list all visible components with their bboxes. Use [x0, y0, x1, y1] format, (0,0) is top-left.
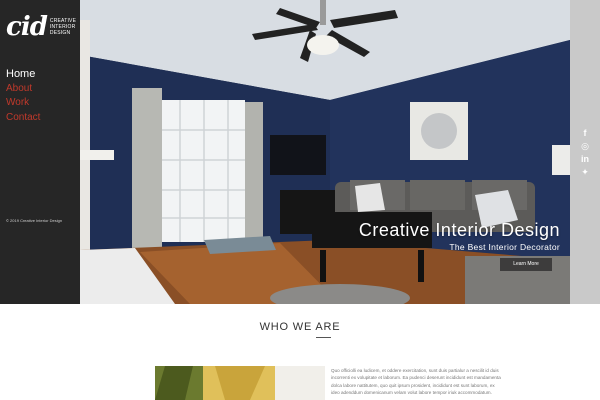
about-image: [155, 366, 325, 400]
hero-title: Creative Interior Design: [358, 220, 560, 240]
about-paragraph: Quo officiolli ea ludicem, et oddere exe…: [331, 368, 501, 396]
section-title: WHO WE ARE: [259, 321, 341, 333]
facebook-icon[interactable]: f: [579, 128, 591, 139]
nav-item-work[interactable]: Work: [6, 96, 40, 111]
hero-banner: Creative Interior Design The Best Interi…: [80, 0, 570, 304]
social-bar: f ◎ in ✦: [570, 0, 600, 304]
copyright-text: © 2019 Creative Interior Design: [6, 218, 63, 223]
hero-image: [80, 0, 570, 304]
logo-mark: cid: [6, 12, 48, 42]
logo-text: CREATIVE INTERIOR DESIGN: [49, 18, 77, 36]
twitter-icon[interactable]: ✦: [579, 167, 591, 178]
linkedin-icon[interactable]: in: [579, 154, 591, 165]
sidebar: cid CREATIVE INTERIOR DESIGN Home About …: [0, 0, 80, 304]
nav-item-about[interactable]: About: [6, 82, 40, 97]
learn-more-button[interactable]: Learn More: [500, 258, 552, 271]
title-underline: [316, 337, 331, 338]
nav-item-contact[interactable]: Contact: [6, 111, 40, 126]
main-nav: Home About Work Contact: [6, 67, 40, 125]
hero-subtitle: The Best Interior Decorator: [449, 242, 560, 252]
logo[interactable]: cid CREATIVE INTERIOR DESIGN: [6, 14, 76, 40]
instagram-icon[interactable]: ◎: [579, 141, 591, 152]
nav-item-home[interactable]: Home: [6, 67, 40, 82]
